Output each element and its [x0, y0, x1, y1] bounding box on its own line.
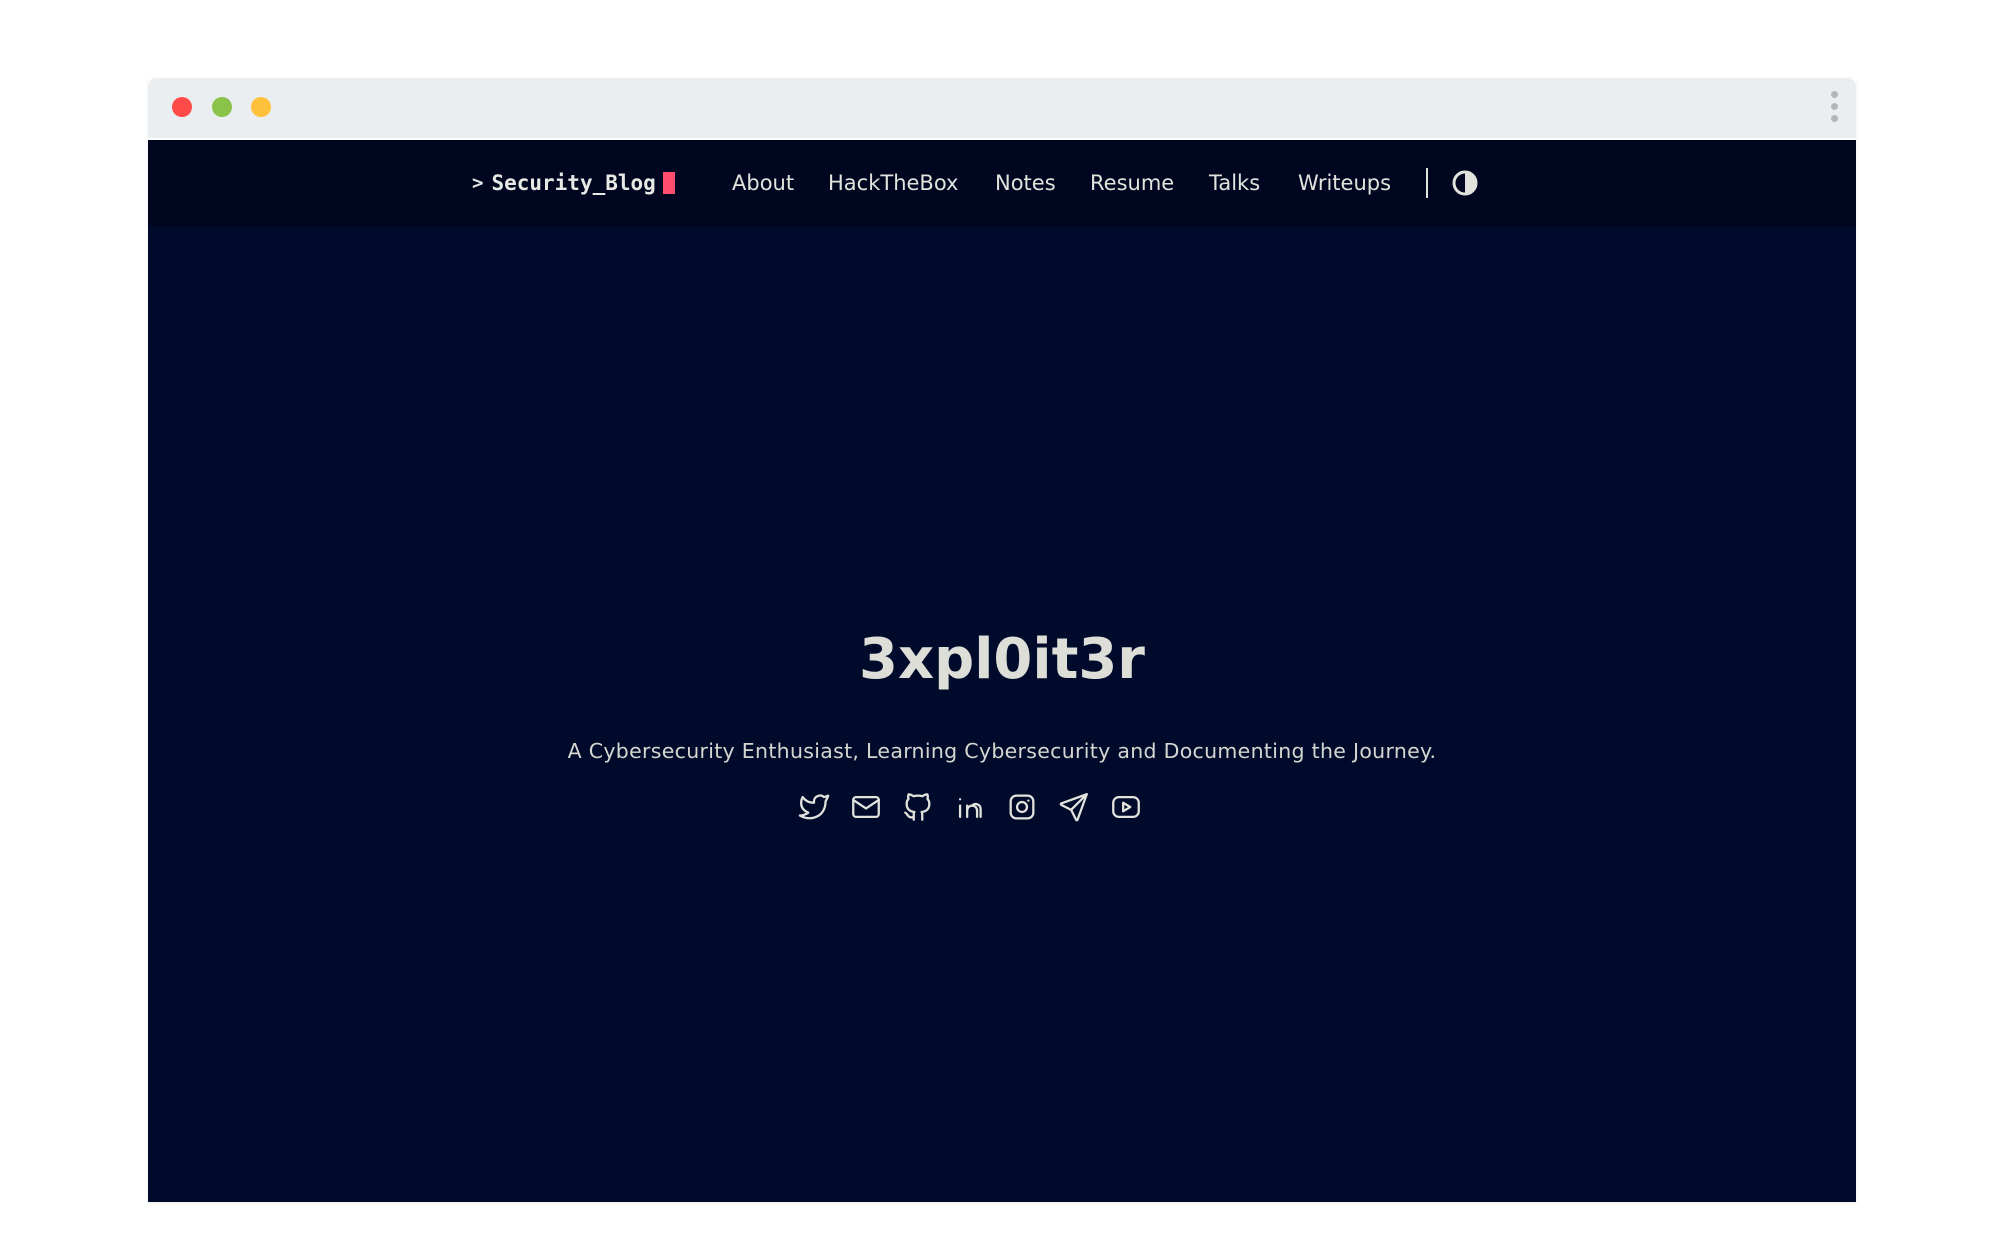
nav-link-about[interactable]: About [732, 169, 794, 197]
telegram-link[interactable] [1057, 790, 1091, 824]
nav-link-hackthebox[interactable]: HackTheBox [828, 169, 958, 197]
contrast-icon [1452, 170, 1478, 196]
github-link[interactable] [901, 790, 935, 824]
nav-link-writeups[interactable]: Writeups [1298, 169, 1391, 197]
mail-icon [852, 795, 880, 819]
page-content: > Security_Blog About HackTheBox Notes R… [148, 140, 1856, 1202]
maximize-window-dot[interactable] [212, 97, 232, 117]
social-links [148, 790, 1856, 824]
theme-toggle-button[interactable] [1451, 169, 1479, 197]
site-logo[interactable]: > Security_Blog [472, 169, 675, 197]
email-link[interactable] [849, 790, 883, 824]
youtube-icon [1112, 795, 1140, 819]
nav-link-notes[interactable]: Notes [995, 169, 1056, 197]
nav-divider [1426, 168, 1428, 198]
linkedin-icon [958, 798, 982, 819]
nav-link-talks[interactable]: Talks [1209, 169, 1260, 197]
hero-title: 3xpl0it3r [859, 627, 1145, 692]
instagram-icon [1009, 794, 1035, 820]
hero-subtitle: A Cybersecurity Enthusiast, Learning Cyb… [567, 739, 1437, 763]
browser-window: > Security_Blog About HackTheBox Notes R… [148, 78, 1856, 1202]
logo-text: Security_Blog [491, 171, 656, 195]
telegram-icon [1059, 793, 1088, 822]
twitter-icon [798, 794, 830, 820]
top-navigation: > Security_Blog About HackTheBox Notes R… [148, 140, 1856, 226]
terminal-cursor-icon [662, 172, 675, 194]
github-icon [904, 793, 931, 821]
twitter-link[interactable] [797, 790, 831, 824]
logo-prompt: > [472, 172, 484, 194]
linkedin-link[interactable] [953, 790, 987, 824]
browser-menu-icon[interactable] [1828, 88, 1840, 126]
minimize-window-dot[interactable] [251, 97, 271, 117]
browser-title-bar [148, 78, 1856, 138]
instagram-link[interactable] [1005, 790, 1039, 824]
nav-link-resume[interactable]: Resume [1090, 169, 1174, 197]
close-window-dot[interactable] [172, 97, 192, 117]
youtube-link[interactable] [1109, 790, 1143, 824]
